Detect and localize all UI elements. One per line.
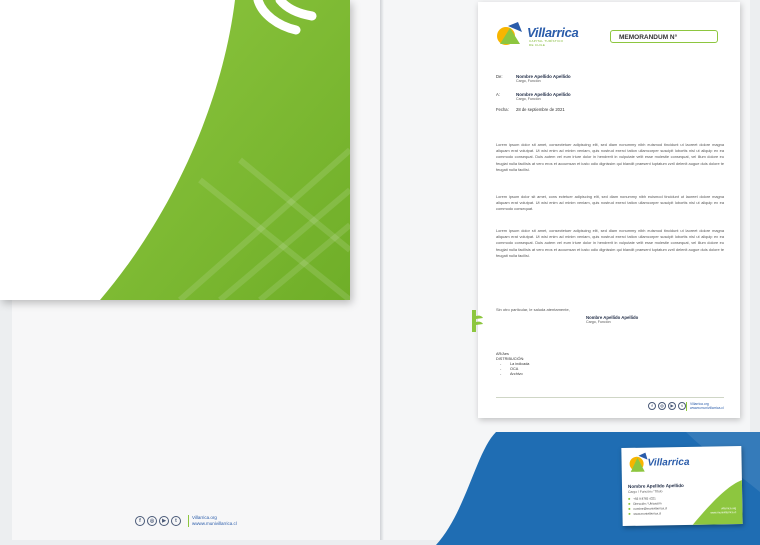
folder-web-2: wwww.munivillarrica.cl [192, 520, 237, 526]
logo-wordmark: Villarrica [527, 25, 579, 40]
card-website: www.munivillarrica.cl [628, 511, 661, 516]
cover-graphic [100, 0, 350, 300]
card-address: Dirección / Ubicación [628, 501, 661, 506]
card-phone: +56 9 8765 4321 [628, 496, 656, 500]
folder-spine [380, 0, 384, 540]
business-card: Villarrica Nombre Apellido Apellido Carg… [621, 445, 743, 527]
twitter-icon: t [171, 516, 181, 526]
field-a: A: Nombre Apellido Apellido Cargo, Funci… [496, 92, 716, 106]
fecha-value: 28 de septiembre de 2021 [516, 107, 565, 112]
leaf-accent-icon [472, 310, 483, 332]
facebook-icon: f [648, 402, 656, 410]
body-paragraph-2: Lorem ipsum dolor sit amet, cons ectetue… [496, 194, 724, 212]
instagram-icon: ◎ [658, 402, 666, 410]
stationery-mockup: f ◎ ▶ t Villarrica.org wwww.munivillarri… [0, 0, 760, 545]
youtube-icon: ▶ [668, 402, 676, 410]
de-role: Cargo, Función [516, 79, 541, 83]
distribution-item: Archivo [496, 372, 529, 377]
sign-role: Cargo, Función [586, 320, 611, 324]
card-logo-wordmark: Villarrica [647, 456, 690, 469]
a-value: Nombre Apellido Apellido Cargo, Función [516, 92, 571, 101]
body-paragraph-1: Lorem ipsum dolor sit amet, consectetuer… [496, 142, 724, 172]
field-fecha: Fecha: 28 de septiembre de 2021 [496, 107, 716, 121]
card-role: Cargo / Función / Título [628, 489, 663, 494]
twitter-icon: t [678, 402, 686, 410]
folder-cover [0, 0, 350, 300]
footer-divider [496, 397, 724, 398]
folder-web-links: Villarrica.org wwww.munivillarrica.cl [188, 515, 237, 527]
field-de: De: Nombre Apellido Apellido Cargo, Func… [496, 74, 716, 88]
card-name: Nombre Apellido Apellido [627, 482, 684, 489]
memo-header-fields: De: Nombre Apellido Apellido Cargo, Func… [496, 74, 716, 121]
logo-mark-icon [497, 22, 522, 45]
de-label: De: [496, 74, 503, 79]
fecha-label: Fecha: [496, 107, 509, 112]
letter-web-links: Villarrica.org wwww.munivillarrica.cl [686, 402, 724, 411]
youtube-icon: ▶ [159, 516, 169, 526]
card-web-2: www.munivillarrica.cl [710, 510, 737, 515]
card-email: nombre@munivillarrica.cl [628, 506, 667, 511]
folder-social-icons: f ◎ ▶ t [135, 516, 181, 526]
a-label: A: [496, 92, 500, 97]
card-web-links: villarrica.org www.munivillarrica.cl [710, 506, 736, 514]
memorandum-letter: Villarrica CAPITAL TURÍSTICO DE CHILE ME… [478, 2, 740, 418]
logo-tagline: CAPITAL TURÍSTICO DE CHILE [529, 39, 564, 47]
facebook-icon: f [135, 516, 145, 526]
a-role: Cargo, Función [516, 97, 541, 101]
de-value: Nombre Apellido Apellido Cargo, Función [516, 74, 571, 83]
body-paragraph-3: Lorem ipsum dolor sit amet, consectetuer… [496, 228, 724, 258]
letter-social-icons: f ◎ ▶ t [648, 402, 686, 410]
closing-line: Sin otro particular, le saluda atentamen… [496, 307, 570, 312]
villarrica-logo: Villarrica CAPITAL TURÍSTICO DE CHILE [496, 22, 579, 48]
memorandum-title: MEMORANDUM N° [610, 30, 718, 43]
instagram-icon: ◎ [147, 516, 157, 526]
letter-web-2: wwww.munivillarrica.cl [690, 406, 724, 411]
signature-block: Nombre Apellido Apellido Cargo, Función [586, 315, 638, 324]
distribution-block: AR/Aes DISTRIBUCIÓN: La indicada OCA Arc… [496, 352, 529, 377]
